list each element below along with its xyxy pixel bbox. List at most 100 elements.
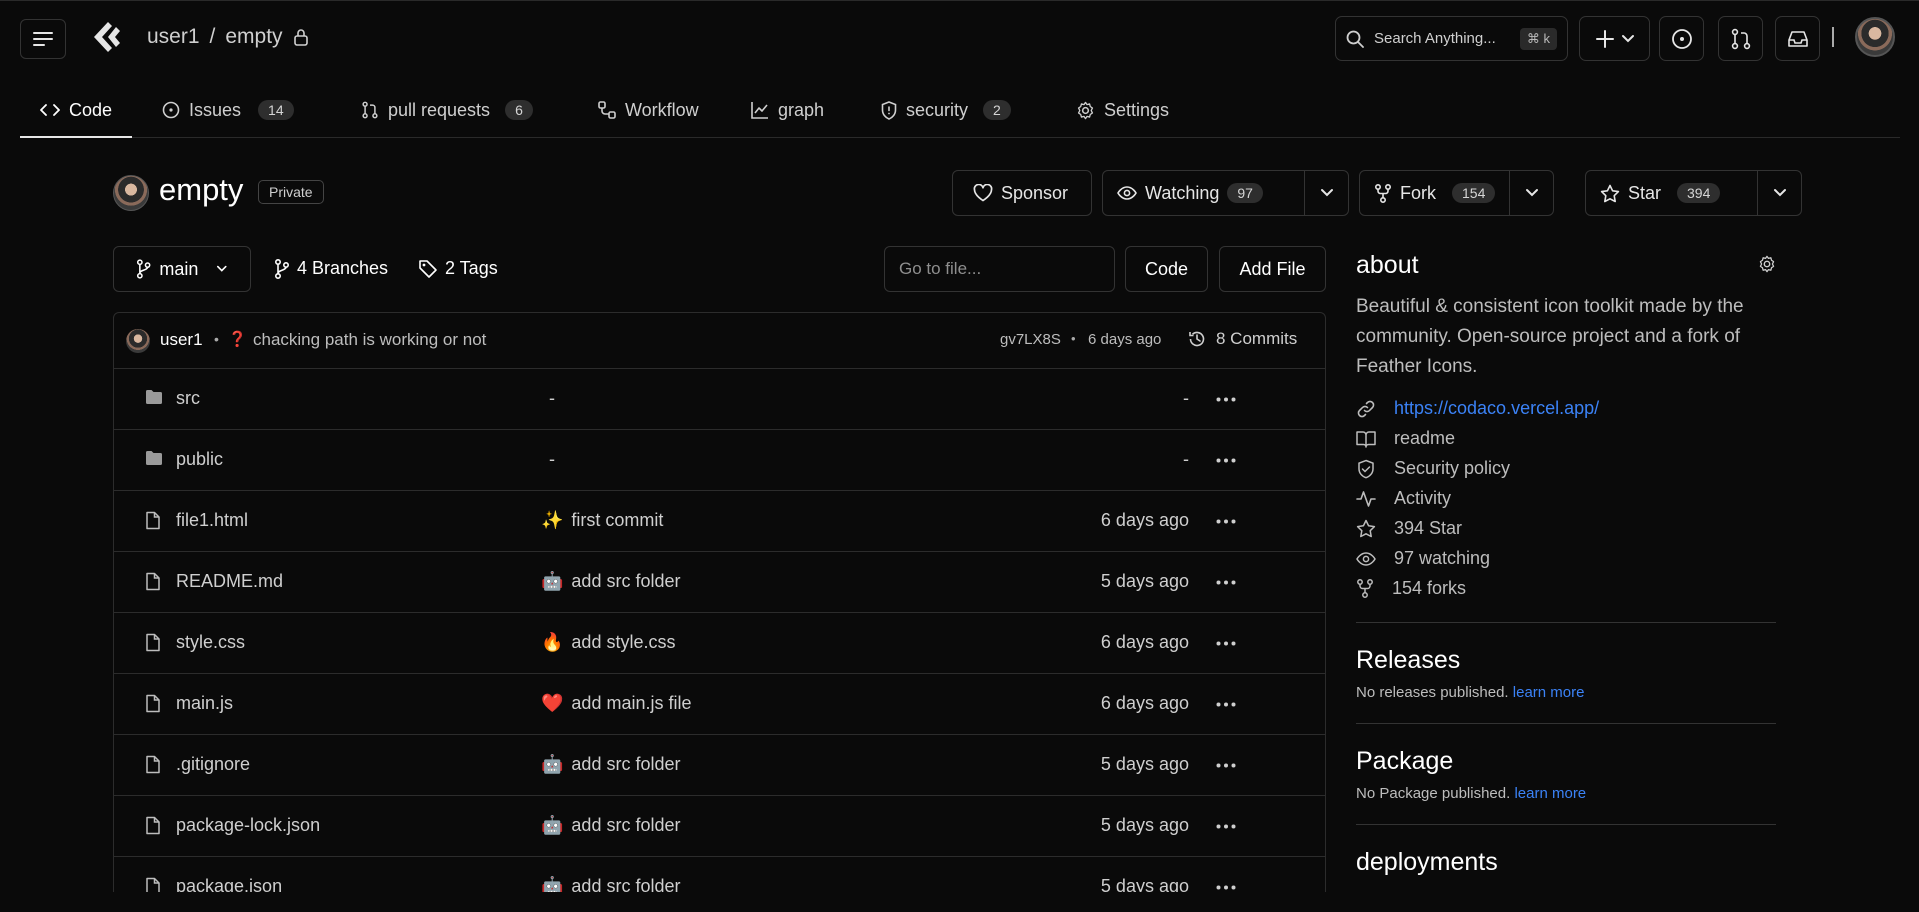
star-icon [1600, 184, 1620, 202]
shield-check-icon [1358, 459, 1374, 478]
more-options-icon[interactable] [1216, 580, 1236, 585]
file-name[interactable]: package-lock.json [176, 815, 320, 836]
commit-time: 6 days ago [1088, 331, 1162, 348]
tab-workflow[interactable]: Workflow [598, 82, 699, 138]
file-name[interactable]: public [176, 449, 223, 470]
tab-code[interactable]: Code [40, 82, 112, 138]
star-dropdown[interactable] [1757, 171, 1801, 215]
security-policy-link[interactable]: Security policy [1356, 458, 1510, 479]
package-learn-more-link[interactable]: learn more [1514, 785, 1586, 802]
fork-dropdown[interactable] [1509, 171, 1553, 215]
visibility-badge: Private [258, 180, 324, 204]
commit-message-text: add src folder [571, 754, 681, 774]
commit-message[interactable]: chacking path is working or not [253, 330, 486, 350]
more-options-icon[interactable] [1216, 641, 1236, 646]
go-to-file-input[interactable]: Go to file... [884, 246, 1115, 292]
commit-emoji: 🤖 [541, 754, 564, 774]
book-icon [1356, 430, 1376, 448]
fork-count: 154 [1452, 183, 1496, 203]
inbox-button[interactable] [1775, 16, 1820, 61]
homepage-url[interactable]: https://codaco.vercel.app/ [1394, 398, 1599, 419]
commits-history-link[interactable]: 8 Commits [1188, 329, 1297, 349]
forks-label: 154 forks [1392, 578, 1467, 598]
releases-learn-more-link[interactable]: learn more [1513, 684, 1585, 701]
file-row[interactable]: .gitignore 🤖 add src folder 5 days ago [114, 735, 1325, 796]
plus-icon [1595, 29, 1614, 48]
file-row[interactable]: file1.html ✨ first commit 6 days ago [114, 491, 1325, 552]
file-icon [146, 755, 160, 774]
lock-icon [293, 29, 308, 46]
package-note: No Package published. learn more [1356, 785, 1586, 802]
more-options-icon[interactable] [1216, 397, 1236, 402]
commit-hash[interactable]: gv7LX8S [1000, 331, 1061, 348]
readme-link[interactable]: readme [1356, 428, 1455, 449]
watch-button[interactable]: Watching 97 [1103, 171, 1277, 215]
more-options-icon[interactable] [1216, 824, 1236, 829]
file-name[interactable]: main.js [176, 693, 233, 714]
search-button[interactable]: Search Anything... ⌘ k [1335, 16, 1568, 61]
breadcrumb-owner[interactable]: user1 [147, 25, 200, 49]
file-name[interactable]: style.css [176, 632, 245, 653]
breadcrumb-repo[interactable]: empty [225, 25, 282, 49]
releases-title[interactable]: Releases [1356, 646, 1460, 675]
issue-icon [162, 101, 180, 119]
tab-graph[interactable]: graph [751, 82, 824, 138]
chevron-down-icon [1320, 189, 1333, 197]
commit-emoji: 🤖 [541, 571, 564, 591]
menu-button[interactable] [20, 19, 66, 59]
file-name[interactable]: file1.html [176, 510, 248, 531]
pull-requests-button[interactable] [1718, 16, 1763, 61]
tags-link[interactable]: 2 Tags [418, 258, 498, 279]
issues-button[interactable] [1659, 16, 1704, 61]
file-name[interactable]: src [176, 388, 200, 409]
activity-label: Activity [1394, 488, 1452, 508]
gear-icon[interactable] [1758, 255, 1776, 273]
deployments-title[interactable]: deployments [1356, 848, 1498, 877]
more-options-icon[interactable] [1216, 885, 1236, 890]
file-row[interactable]: README.md 🤖 add src folder 5 days ago [114, 552, 1325, 613]
file-name[interactable]: .gitignore [176, 754, 250, 775]
file-name[interactable]: README.md [176, 571, 283, 592]
repo-title: empty [159, 172, 244, 207]
fork-button-group: Fork 154 [1359, 170, 1554, 216]
file-row[interactable]: package-lock.json 🤖 add src folder 5 days… [114, 796, 1325, 857]
code-button[interactable]: Code [1125, 246, 1208, 292]
branches-link[interactable]: 4 Branches [274, 258, 388, 279]
commits-count: 8 Commits [1216, 329, 1298, 348]
divider [1356, 824, 1776, 825]
breadcrumb: user1 / empty [147, 25, 309, 49]
activity-link[interactable]: Activity [1356, 488, 1451, 509]
file-row[interactable]: src - - [114, 369, 1325, 430]
tab-pull-requests[interactable]: pull requests 6 [361, 82, 533, 138]
commit-author[interactable]: user1 [160, 330, 203, 350]
security-policy-label: Security policy [1394, 458, 1511, 478]
search-placeholder: Search Anything... [1374, 30, 1496, 47]
create-new-button[interactable] [1579, 16, 1650, 61]
eye-icon [1356, 551, 1376, 566]
package-title[interactable]: Package [1356, 747, 1453, 776]
sponsor-button[interactable]: Sponsor [952, 170, 1092, 216]
forks-link[interactable]: 154 forks [1356, 578, 1466, 599]
fork-button[interactable]: Fork 154 [1360, 171, 1509, 215]
tab-security[interactable]: security 2 [881, 82, 1011, 138]
tab-settings[interactable]: Settings [1076, 82, 1169, 138]
branch-selector[interactable]: main [113, 246, 251, 292]
homepage-link[interactable]: https://codaco.vercel.app/ [1356, 398, 1599, 419]
more-options-icon[interactable] [1216, 702, 1236, 707]
more-options-icon[interactable] [1216, 519, 1236, 524]
app-logo[interactable] [88, 19, 124, 55]
tab-issues[interactable]: Issues 14 [162, 82, 294, 138]
file-row[interactable]: public - - [114, 430, 1325, 491]
file-row[interactable]: main.js ❤️ add main.js file 6 days ago [114, 674, 1325, 735]
file-row[interactable]: style.css 🔥 add style.css 6 days ago [114, 613, 1325, 674]
watch-dropdown[interactable] [1304, 171, 1348, 215]
star-button[interactable]: Star 394 [1586, 171, 1734, 215]
watchers-link[interactable]: 97 watching [1356, 548, 1490, 569]
readme-label: readme [1394, 428, 1456, 448]
stars-link[interactable]: 394 Star [1356, 518, 1462, 539]
user-avatar[interactable] [1855, 17, 1895, 57]
more-options-icon[interactable] [1216, 458, 1236, 463]
more-options-icon[interactable] [1216, 763, 1236, 768]
workflow-icon [598, 101, 616, 119]
add-file-button[interactable]: Add File [1219, 246, 1326, 292]
